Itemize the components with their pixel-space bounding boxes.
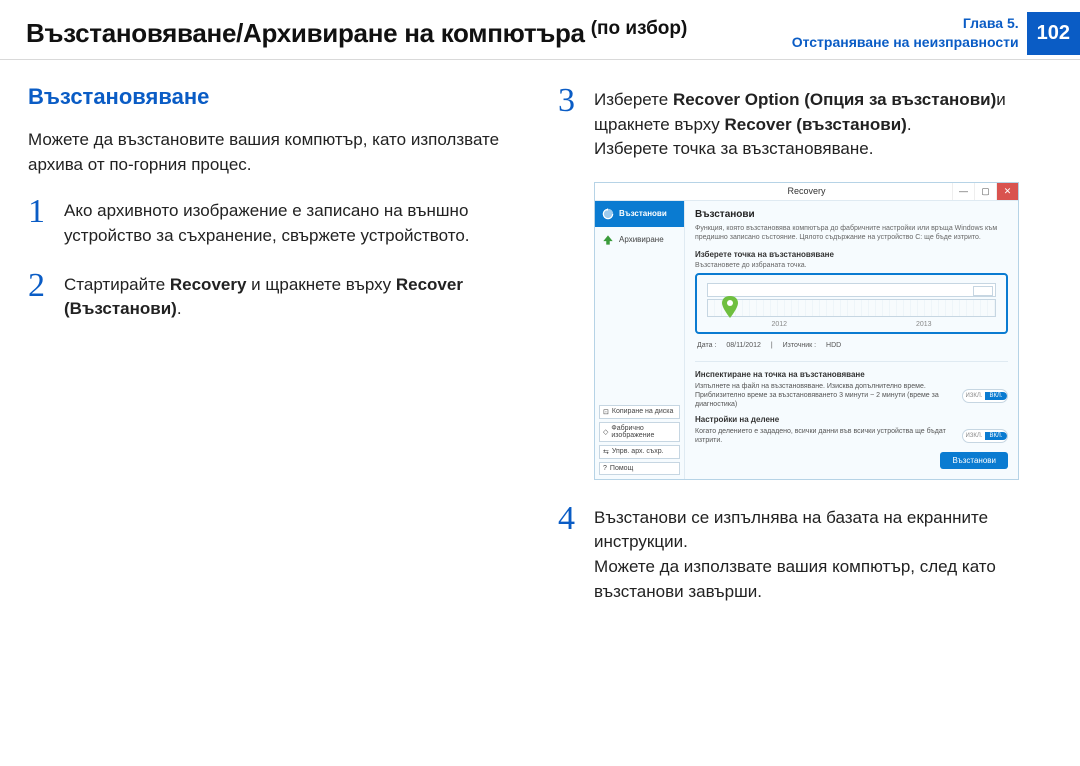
toggle-inspect[interactable]: ИЗКЛ. ВКЛ. [962,389,1008,403]
sidebar-item-label: Архивиране [619,235,664,244]
recovery-description: Функция, която възстановява компютъра до… [695,224,1008,242]
step-2: 2 Стартирайте Recovery и щракнете върху … [28,269,522,322]
close-button[interactable]: ✕ [996,183,1018,200]
recovery-main: Възстанови Функция, която възстановява к… [685,201,1018,479]
meta-source-label: Източник : [783,342,816,349]
restore-meta: Дата : 08/11/2012 | Източник : HDD [695,338,1008,355]
sidebar-btn-copy[interactable]: ⊡Копиране на диска [599,405,680,419]
page-subtitle: (по избор) [591,18,688,40]
section-subtitle: Възстановете до избраната точка. [695,262,1008,269]
page-title: Възстановяване/Архивиране на компютъра [26,18,585,49]
image-icon: ◇ [603,428,608,436]
help-icon: ? [603,465,607,472]
chapter-line2: Отстраняване на неизправности [792,33,1019,52]
header-right: Глава 5. Отстраняване на неизправности 1… [792,12,1080,55]
disk-icon: ⊡ [603,408,609,416]
maximize-button[interactable]: ▢ [974,183,996,200]
sidebar-item-archive[interactable]: Архивиране [595,227,684,253]
left-column: Възстановяване Можете да възстановите ва… [28,84,522,624]
page-number: 102 [1027,12,1080,55]
manage-icon: ⇆ [603,448,609,456]
step-text: Ако архивното изображение е записано на … [64,195,522,248]
step-text: Възстанови се изпълнява на базата на екр… [594,502,1052,605]
window-titlebar: Recovery — ▢ ✕ [595,183,1018,201]
sidebar: Възстанови Архивиране ⊡Копиране на диска… [595,201,685,479]
timeline-track[interactable] [707,299,996,317]
meta-date-label: Дата : [697,342,716,349]
step-text: Стартирайте Recovery и щракнете върху Re… [64,269,522,322]
option-row-inspect: Изпълнете на файл на възстановяване. Изи… [695,382,1008,409]
step-text: Изберете Recover Option (Опция за възста… [594,84,1052,162]
recover-button[interactable]: Възстанови [940,452,1008,469]
date-input[interactable] [707,283,996,297]
sidebar-item-recover[interactable]: Възстанови [595,201,684,227]
option-row-partition: Когато делението е зададено, всички данн… [695,427,1008,445]
window-controls: — ▢ ✕ [952,183,1018,200]
step-number: 1 [28,195,50,229]
chapter-line1: Глава 5. [792,14,1019,33]
toggle-partition[interactable]: ИЗКЛ. ВКЛ. [962,429,1008,443]
recovery-heading: Възстанови [695,209,1008,220]
right-column: 3 Изберете Recover Option (Опция за възс… [558,84,1052,624]
section-title-partition: Настройки на делене [695,415,1008,424]
step-number: 3 [558,84,580,118]
year-label: 2013 [916,321,932,328]
year-label: 2012 [771,321,787,328]
sidebar-btn-manage[interactable]: ⇆Упрв. арх. съхр. [599,445,680,459]
intro-text: Можете да възстановите вашия компютър, к… [28,128,522,177]
page-header: Възстановяване/Архивиране на компютъра (… [0,0,1080,60]
archive-icon [601,233,615,247]
section-title-point: Изберете точка на възстановяване [695,250,1008,259]
timeline-years: 2012 2013 [707,321,996,328]
option-text: Изпълнете на файл на възстановяване. Изи… [695,382,954,409]
recovery-screenshot: Recovery — ▢ ✕ Възстанови [594,182,1019,480]
step-1: 1 Ако архивното изображение е записано н… [28,195,522,248]
sidebar-btn-help[interactable]: ?Помощ [599,462,680,475]
window-title: Recovery [787,186,825,196]
meta-date-value: 08/11/2012 [726,342,761,349]
step-3: 3 Изберете Recover Option (Опция за възс… [558,84,1052,162]
step-number: 4 [558,502,580,536]
option-text: Когато делението е зададено, всички данн… [695,427,954,445]
sidebar-item-label: Възстанови [619,209,667,218]
sidebar-btn-factory[interactable]: ◇Фабрично изображение [599,422,680,442]
section-title-inspect: Инспектиране на точка на възстановяване [695,370,1008,379]
step-number: 2 [28,269,50,303]
recover-icon [601,207,615,221]
step-4: 4 Възстанови се изпълнява на базата на е… [558,502,1052,605]
content: Възстановяване Можете да възстановите ва… [0,60,1080,624]
minimize-button[interactable]: — [952,183,974,200]
section-heading: Възстановяване [28,84,522,110]
chapter-block: Глава 5. Отстраняване на неизправности [792,14,1019,52]
meta-source-value: HDD [826,342,841,349]
timeline-panel: 2012 2013 [695,273,1008,334]
